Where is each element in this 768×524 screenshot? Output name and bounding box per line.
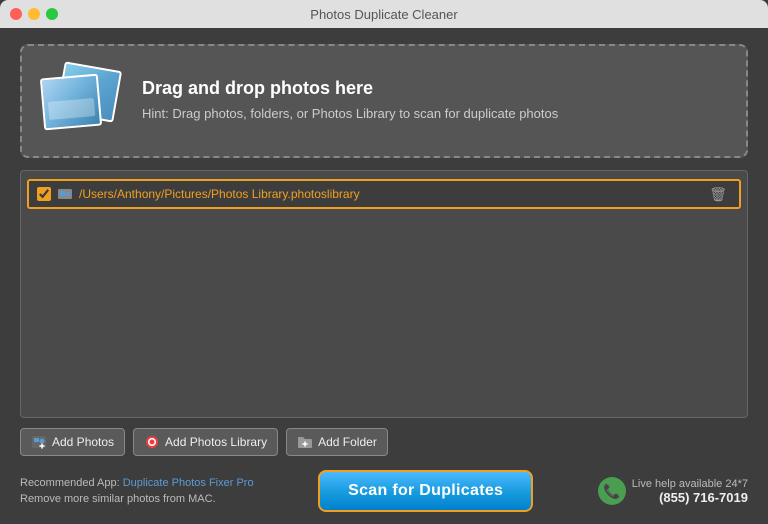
file-delete-button[interactable]: 🗑 — [705, 186, 731, 203]
footer: Recommended App: Duplicate Photos Fixer … — [20, 466, 748, 512]
drop-zone-icon — [42, 66, 122, 136]
add-library-button[interactable]: Add Photos Library — [133, 428, 278, 456]
add-folder-label: Add Folder — [318, 435, 377, 449]
drop-zone[interactable]: Drag and drop photos here Hint: Drag pho… — [20, 44, 748, 158]
main-content: Drag and drop photos here Hint: Drag pho… — [0, 28, 768, 524]
add-photos-label: Add Photos — [52, 435, 114, 449]
bottom-toolbar: Add Photos Add Photos Library Add Folder — [20, 428, 748, 456]
add-library-icon — [144, 434, 160, 450]
add-folder-button[interactable]: Add Folder — [286, 428, 388, 456]
minimize-button[interactable] — [28, 8, 40, 20]
photo-card-front — [40, 74, 102, 131]
add-folder-icon — [297, 434, 313, 450]
window-title: Photos Duplicate Cleaner — [310, 7, 457, 22]
scan-duplicates-button[interactable]: Scan for Duplicates — [318, 470, 533, 512]
remove-label: Remove more similar photos from MAC. — [20, 493, 216, 505]
footer-right: 📞 Live help available 24*7 (855) 716-701… — [598, 477, 748, 505]
file-path: /Users/Anthony/Pictures/Photos Library.p… — [79, 187, 731, 201]
recommended-label: Recommended App: — [20, 477, 120, 489]
drop-zone-heading: Drag and drop photos here — [142, 78, 558, 99]
file-list-area[interactable]: /Users/Anthony/Pictures/Photos Library.p… — [20, 170, 748, 418]
window-controls[interactable] — [10, 8, 58, 20]
help-info: Live help available 24*7 (855) 716-7019 — [632, 478, 748, 505]
app-link[interactable]: Duplicate Photos Fixer Pro — [123, 477, 254, 489]
drop-zone-hint: Hint: Drag photos, folders, or Photos Li… — [142, 105, 558, 123]
phone-icon: 📞 — [598, 477, 626, 505]
phone-number: (855) 716-7019 — [632, 490, 748, 505]
file-type-icon — [57, 186, 73, 202]
add-photos-icon — [31, 434, 47, 450]
file-checkbox[interactable] — [37, 187, 51, 201]
title-bar: Photos Duplicate Cleaner — [0, 0, 768, 28]
maximize-button[interactable] — [46, 8, 58, 20]
help-label: Live help available 24*7 — [632, 478, 748, 490]
footer-left: Recommended App: Duplicate Photos Fixer … — [20, 475, 254, 508]
add-photos-button[interactable]: Add Photos — [20, 428, 125, 456]
close-button[interactable] — [10, 8, 22, 20]
drop-zone-text: Drag and drop photos here Hint: Drag pho… — [142, 78, 558, 123]
add-library-label: Add Photos Library — [165, 435, 267, 449]
file-item: /Users/Anthony/Pictures/Photos Library.p… — [27, 179, 741, 209]
